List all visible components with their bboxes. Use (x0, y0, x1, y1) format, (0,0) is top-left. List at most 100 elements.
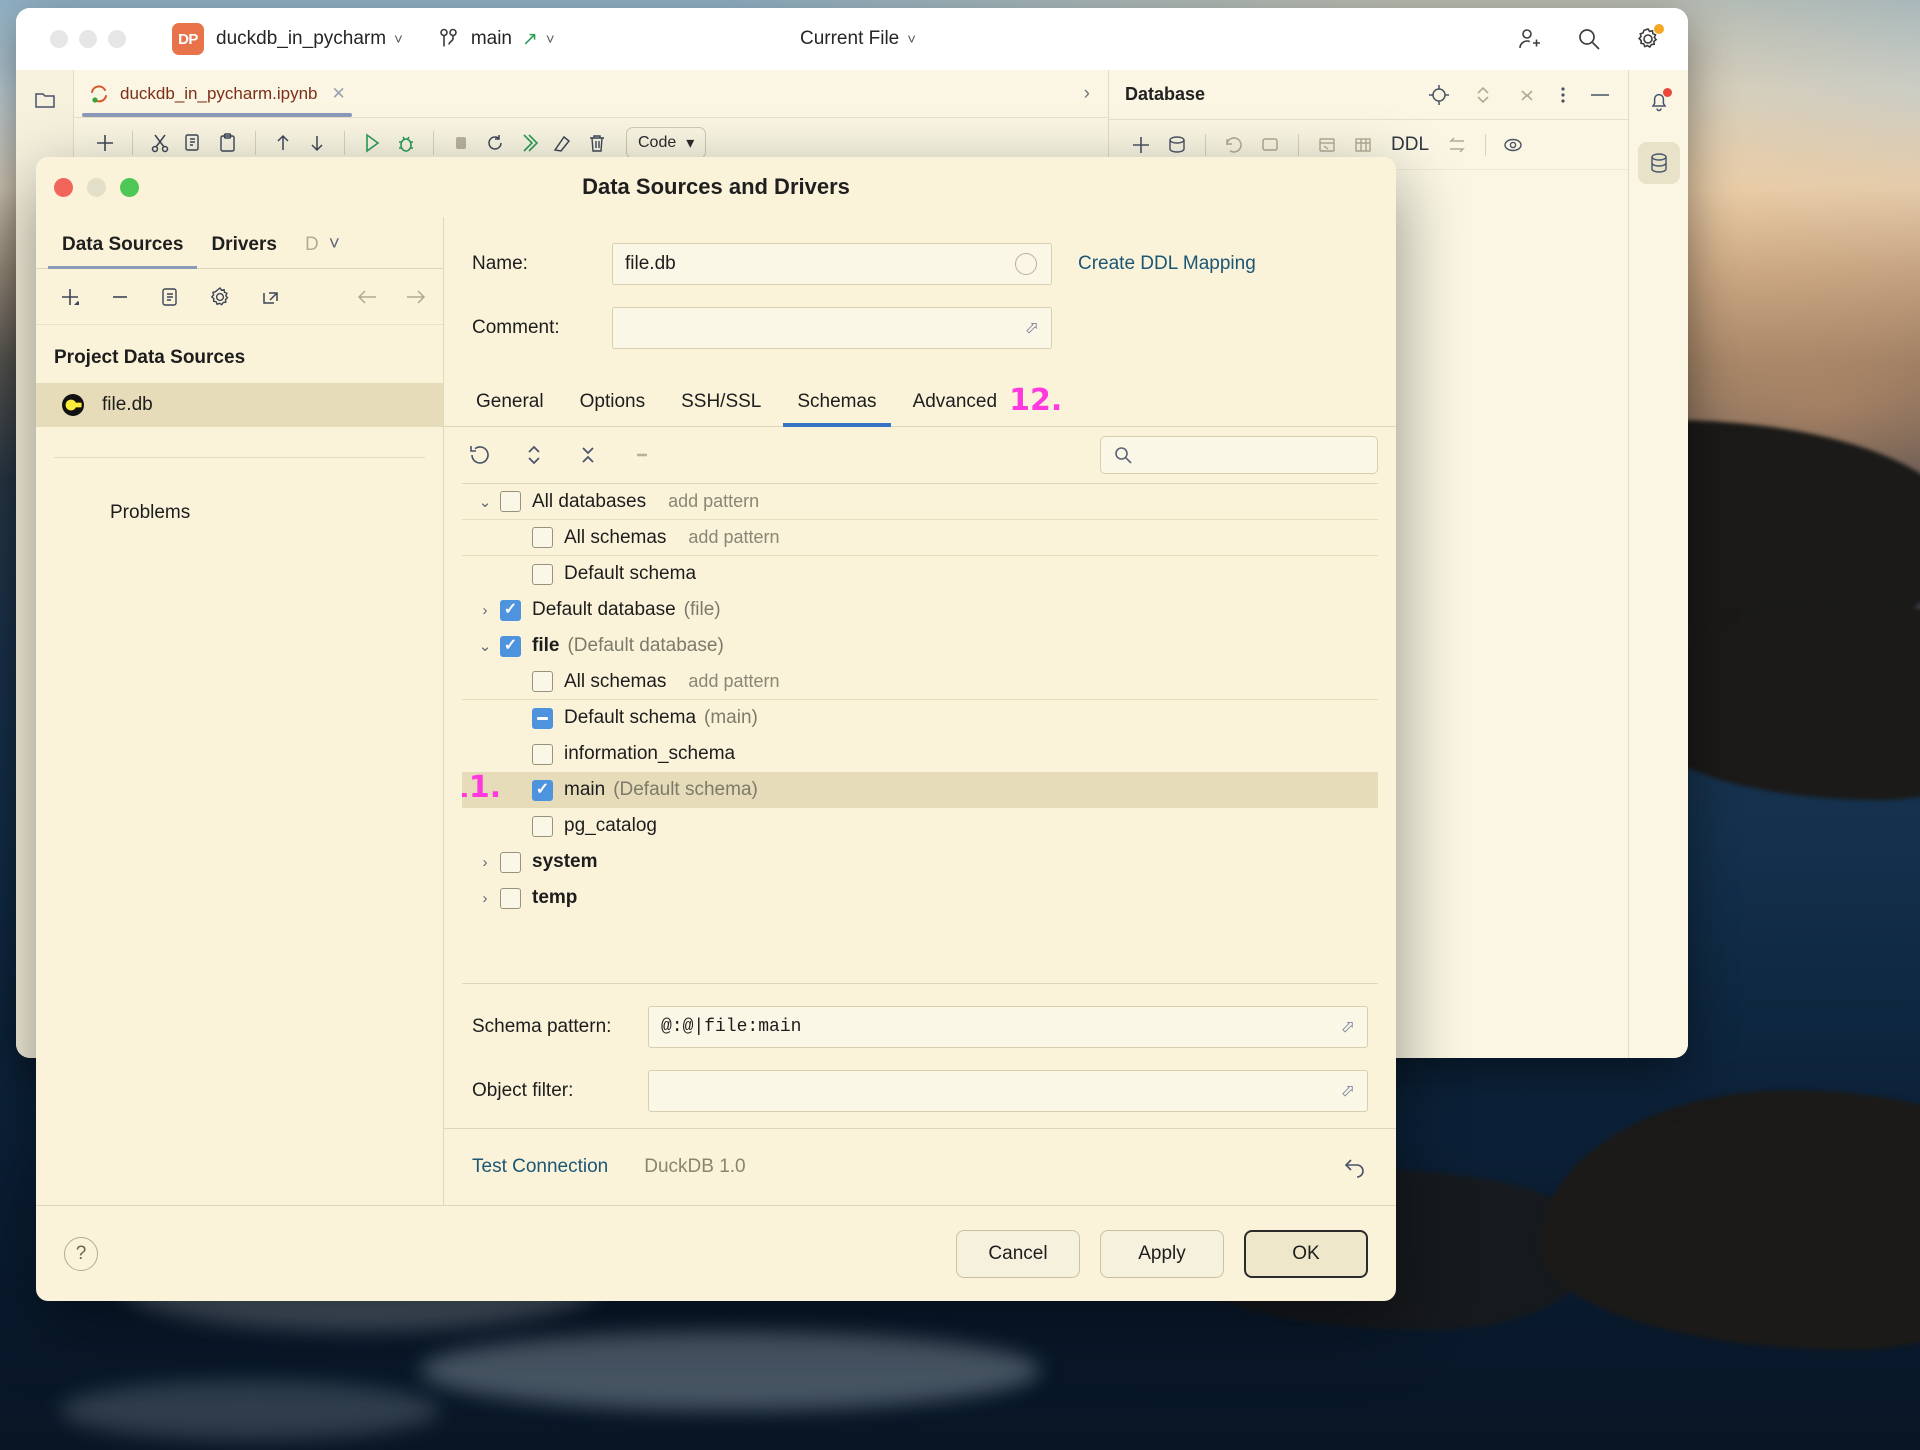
chevron-right-icon[interactable]: › (470, 890, 500, 907)
checkbox-system-db[interactable] (500, 851, 521, 873)
console-icon[interactable] (1252, 134, 1288, 156)
hide-nonselected-icon[interactable] (624, 442, 660, 468)
chevron-down-icon[interactable]: ⌄ (470, 493, 500, 511)
settings-icon[interactable] (200, 285, 240, 309)
tree-node-pg-catalog[interactable]: pg_catalog (462, 808, 1378, 844)
dialog-traffic-lights[interactable] (54, 177, 139, 197)
eye-icon[interactable] (1496, 134, 1532, 156)
remove-icon[interactable] (100, 285, 140, 309)
run-configuration-selector[interactable]: Current File ˅ (788, 28, 916, 50)
tab-schemas[interactable]: Schemas (779, 391, 894, 427)
forward-arrow-icon[interactable] (403, 285, 429, 309)
data-source-icon[interactable] (1159, 134, 1195, 156)
expand-editor-icon[interactable]: ⬀ (1025, 318, 1039, 338)
name-input[interactable]: file.db (612, 243, 1052, 285)
run-cell-icon[interactable] (355, 132, 389, 154)
chevron-down-icon[interactable]: ⌄ (470, 637, 500, 655)
tab-data-sources[interactable]: Data Sources (48, 234, 198, 269)
cell-type-select[interactable]: Code ▾ (626, 126, 707, 159)
back-arrow-icon[interactable] (355, 285, 381, 309)
branch-name[interactable]: main (471, 28, 512, 50)
minimize-icon[interactable] (1588, 84, 1612, 106)
delete-cell-icon[interactable] (580, 132, 614, 154)
comment-input[interactable]: ⬀ (612, 307, 1052, 349)
checkbox-all-databases[interactable] (500, 491, 521, 512)
checkbox-all-schemas-global[interactable] (532, 527, 553, 548)
refresh-icon[interactable] (1216, 134, 1252, 156)
query-icon[interactable] (1309, 134, 1345, 156)
move-cell-up-icon[interactable] (266, 132, 300, 154)
expand-editor-icon[interactable]: ⬀ (1341, 1081, 1355, 1101)
ok-button[interactable]: OK (1244, 1229, 1368, 1278)
schemas-tree[interactable]: ⌄ All databases add pattern All schemas add … (462, 483, 1378, 984)
restart-kernel-icon[interactable] (478, 132, 512, 154)
close-icon[interactable]: ✕ (332, 84, 346, 104)
search-icon[interactable] (1576, 26, 1602, 52)
chevron-down-icon[interactable]: ˅ (394, 31, 403, 48)
checkbox-default-database[interactable] (500, 599, 521, 621)
run-all-icon[interactable] (512, 132, 546, 154)
help-button[interactable]: ? (64, 1236, 98, 1271)
maximize-window-button[interactable] (108, 30, 126, 48)
add-icon[interactable] (1123, 134, 1159, 156)
checkbox-main-schema[interactable] (532, 779, 553, 801)
checkbox-default-schema-global[interactable] (532, 563, 553, 585)
tree-node-main-schema[interactable]: 11. main (Default schema) (462, 770, 1378, 808)
test-connection-link[interactable]: Test Connection (472, 1156, 608, 1178)
tree-node-temp-db[interactable]: › temp (462, 880, 1378, 916)
ddl-label[interactable]: DDL (1391, 134, 1429, 156)
more-icon[interactable] (1560, 84, 1566, 106)
project-name[interactable]: duckdb_in_pycharm (216, 28, 386, 50)
close-window-button[interactable] (50, 30, 68, 48)
tree-node-system-db[interactable]: › system (462, 844, 1378, 880)
checkbox-pg-catalog[interactable] (532, 815, 553, 837)
tree-node-all-schemas-global[interactable]: All schemas add pattern (462, 520, 1378, 556)
dialog-minimize-button[interactable] (87, 177, 106, 197)
window-traffic-lights[interactable] (50, 30, 126, 48)
tab-overflow-icon[interactable]: › (1084, 83, 1108, 105)
database-stripe-button[interactable] (1637, 142, 1680, 184)
editor-tab-notebook[interactable]: duckdb_in_pycharm.ipynb ✕ (74, 70, 360, 117)
tab-options[interactable]: Options (562, 391, 663, 426)
cut-icon[interactable] (143, 132, 177, 154)
expand-collapse-icon[interactable] (1472, 84, 1494, 106)
chevron-right-icon[interactable]: › (470, 854, 500, 871)
chevron-right-icon[interactable]: › (470, 602, 500, 619)
move-cell-down-icon[interactable] (300, 132, 334, 154)
tree-node-file-db[interactable]: 10.⌄file(Default database) (462, 628, 1378, 664)
tab-ssh-ssl[interactable]: SSH/SSL (663, 391, 779, 426)
debug-cell-icon[interactable] (389, 132, 423, 154)
tree-node-all-databases[interactable]: ⌄ All databases add pattern (462, 484, 1378, 520)
tab-advanced[interactable]: Advanced (895, 391, 1016, 426)
add-account-icon[interactable] (1516, 26, 1542, 52)
schema-pattern-input[interactable]: @:@|file:main ⬀ (648, 1006, 1368, 1048)
paste-icon[interactable] (211, 132, 245, 154)
expand-editor-icon[interactable]: ⬀ (1341, 1017, 1355, 1037)
expand-all-icon[interactable] (516, 442, 552, 468)
create-ddl-mapping-link[interactable]: Create DDL Mapping (1078, 253, 1256, 275)
add-pattern-link[interactable]: add pattern (668, 491, 759, 512)
checkbox-file-db[interactable] (500, 635, 521, 657)
checkbox-all-schemas-file[interactable] (532, 671, 553, 692)
bell-icon[interactable] (1646, 88, 1672, 114)
branch-chevron-down-icon[interactable]: ˅ (546, 31, 555, 48)
copy-icon[interactable] (177, 132, 211, 154)
tree-node-default-database[interactable]: › Default database (file) (462, 592, 1378, 628)
collapse-all-icon[interactable] (570, 442, 606, 468)
add-cell-icon[interactable] (88, 132, 122, 154)
problems-label[interactable]: Problems (36, 458, 443, 524)
refresh-icon[interactable] (462, 442, 498, 468)
data-source-item-file-db[interactable]: file.db (36, 383, 443, 427)
tree-node-default-schema-file[interactable]: Default schema (main) (462, 700, 1378, 736)
tree-node-default-schema-global[interactable]: Default schema (462, 556, 1378, 592)
color-swatch-icon[interactable] (1015, 253, 1037, 275)
tab-overflow[interactable]: D ˅ (291, 234, 354, 268)
add-pattern-link[interactable]: add pattern (688, 527, 779, 548)
table-icon[interactable] (1345, 134, 1381, 156)
tree-node-all-schemas-file[interactable]: All schemas add pattern (462, 664, 1378, 700)
object-filter-input[interactable]: ⬀ (648, 1070, 1368, 1112)
apply-button[interactable]: Apply (1100, 1229, 1224, 1278)
checkbox-default-schema-file[interactable] (532, 707, 553, 729)
checkbox-temp-db[interactable] (500, 887, 521, 909)
locate-icon[interactable] (1428, 84, 1450, 106)
